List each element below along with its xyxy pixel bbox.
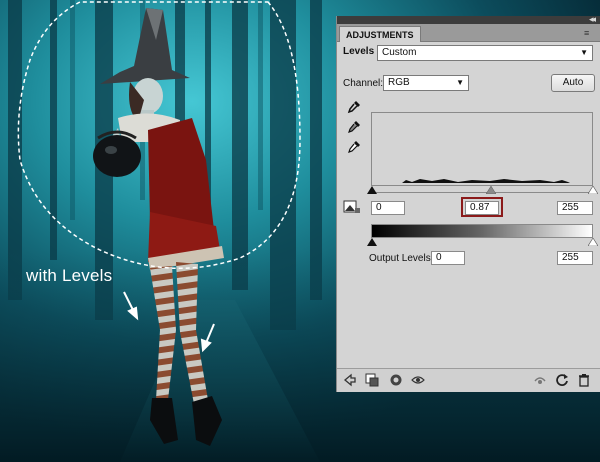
histogram-graph bbox=[402, 179, 570, 183]
chevron-down-icon: ▼ bbox=[580, 48, 588, 57]
panel-bottom-toolbar bbox=[337, 368, 600, 392]
reset-icon[interactable] bbox=[555, 373, 569, 387]
tab-adjustments[interactable]: ADJUSTMENTS bbox=[339, 26, 421, 42]
output-gradient bbox=[371, 224, 593, 238]
input-black-field[interactable]: 0 bbox=[371, 201, 405, 215]
caption-text: with Levels bbox=[26, 266, 113, 285]
view-previous-icon[interactable] bbox=[533, 373, 547, 387]
preset-select[interactable]: Custom ▼ bbox=[377, 45, 593, 61]
gamma-highlight-box bbox=[461, 197, 503, 217]
visibility-toggle-icon[interactable] bbox=[389, 373, 403, 387]
panel-menu-icon[interactable]: ≡ bbox=[584, 28, 596, 38]
clip-to-layer-icon[interactable] bbox=[365, 373, 379, 387]
clip-warning-icon[interactable] bbox=[343, 200, 361, 214]
black-input-slider[interactable] bbox=[367, 186, 377, 194]
white-point-eyedropper-icon[interactable] bbox=[347, 140, 361, 154]
channel-select[interactable]: RGB ▼ bbox=[383, 75, 469, 91]
black-point-eyedropper-icon[interactable] bbox=[347, 100, 361, 114]
back-icon[interactable] bbox=[343, 373, 357, 387]
white-input-slider[interactable] bbox=[588, 186, 598, 194]
output-white-field[interactable]: 255 bbox=[557, 251, 593, 265]
black-output-slider[interactable] bbox=[367, 238, 377, 246]
gamma-input-slider[interactable] bbox=[486, 186, 496, 194]
output-levels-label: Output Levels: bbox=[369, 253, 434, 264]
levels-label: Levels bbox=[343, 46, 375, 57]
auto-button[interactable]: Auto bbox=[551, 74, 595, 92]
panel-tab-bar: ADJUSTMENTS ≡ bbox=[337, 24, 600, 42]
input-white-field[interactable]: 255 bbox=[557, 201, 593, 215]
histogram bbox=[371, 112, 593, 186]
channel-label: Channel: bbox=[343, 78, 384, 89]
chevron-down-icon: ▼ bbox=[456, 78, 464, 87]
gray-point-eyedropper-icon[interactable] bbox=[347, 120, 361, 134]
output-black-field[interactable]: 0 bbox=[431, 251, 465, 265]
visibility-eye-icon[interactable] bbox=[411, 373, 425, 387]
white-output-slider[interactable] bbox=[588, 238, 598, 246]
delete-icon[interactable] bbox=[577, 373, 591, 387]
adjustments-panel: ◂◂ ADJUSTMENTS ≡ Levels Custom ▼ Channel… bbox=[336, 14, 600, 392]
